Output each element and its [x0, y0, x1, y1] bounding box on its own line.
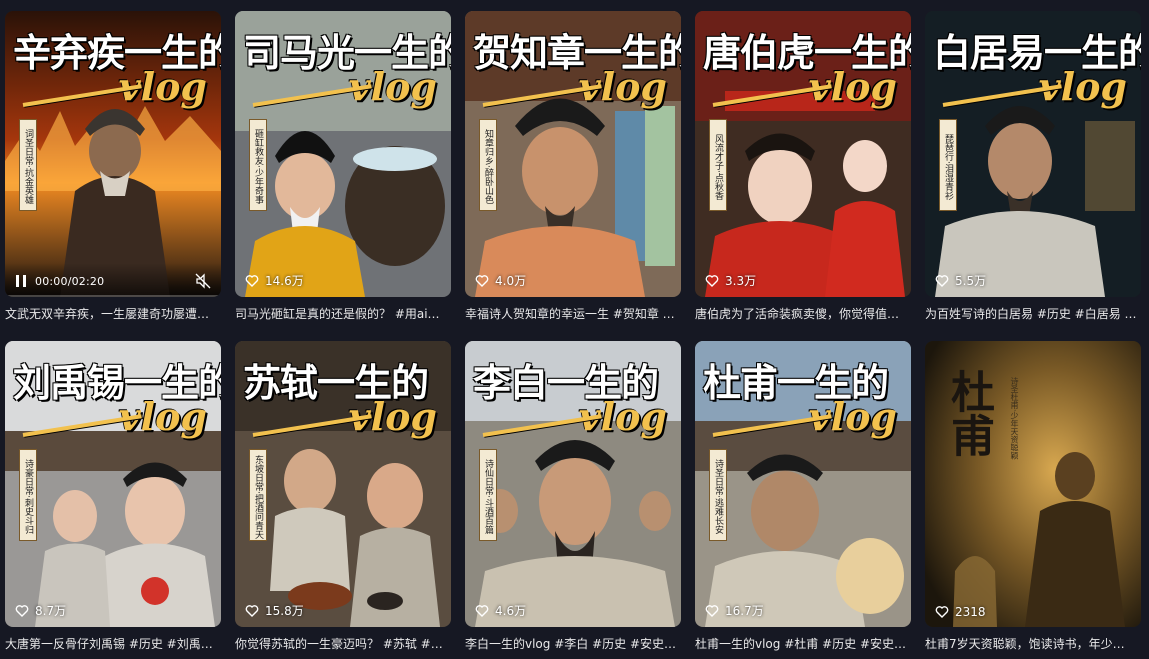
video-title-overlay: 杜甫 — [943, 369, 994, 457]
heart-outline-icon — [245, 604, 259, 617]
video-thumbnail[interactable]: 司马光一生的 vlog 砸缸救友·少年奇事 14.6万 — [235, 11, 451, 297]
subtitle-scroll: 诗圣日常·逃难长安 — [709, 449, 727, 541]
muted-speaker-icon[interactable] — [195, 273, 211, 289]
subtitle-scroll: 琵琶行·泪湿青衫 — [939, 119, 957, 211]
playback-progress[interactable] — [5, 295, 221, 297]
video-thumbnail[interactable]: 杜甫一生的 vlog 诗圣日常·逃难长安 16.7万 — [695, 341, 911, 627]
video-thumbnail[interactable]: 刘禹锡一生的 vlog 诗豪日常·刺史斗归 8.7万 — [5, 341, 221, 627]
video-description[interactable]: 文武无双辛弃疾，一生屡建奇功屡遭… — [5, 306, 221, 322]
subtitle-scroll: 砸缸救友·少年奇事 — [249, 119, 267, 211]
video-card-simaguang[interactable]: 司马光一生的 vlog 砸缸救友·少年奇事 14.6万 司马光砸缸是真的还是假的… — [235, 11, 451, 329]
video-description[interactable]: 司马光砸缸是真的还是假的？ #用ai… — [235, 306, 451, 322]
subtitle-scroll: 东坡日常·把酒问青天 — [249, 449, 267, 541]
heart-outline-icon — [15, 604, 29, 617]
like-count-value: 2318 — [955, 605, 986, 619]
like-count: 2318 — [935, 605, 986, 619]
video-thumbnail[interactable]: 李白一生的 vlog 诗仙日常·斗酒百篇 4.6万 — [465, 341, 681, 627]
video-thumbnail[interactable]: 苏轼一生的 vlog 东坡日常·把酒问青天 15.8万 — [235, 341, 451, 627]
video-description[interactable]: 唐伯虎为了活命装疯卖傻，你觉得值… — [695, 306, 911, 322]
like-count-value: 8.7万 — [35, 604, 67, 618]
heart-outline-icon — [245, 274, 259, 287]
like-count-value: 5.5万 — [955, 274, 987, 288]
like-count: 4.6万 — [475, 602, 526, 619]
video-thumbnail[interactable]: 白居易一生的 vlog 琵琶行·泪湿青衫 5.5万 — [925, 11, 1141, 297]
subtitle-scroll: 诗仙日常·斗酒百篇 — [479, 449, 497, 541]
like-count: 16.7万 — [705, 602, 764, 619]
video-description[interactable]: 大唐第一反骨仔刘禹锡 #历史 #刘禹… — [5, 636, 221, 652]
time-readout: 00:00/02:20 — [35, 275, 105, 288]
pause-icon[interactable] — [14, 274, 28, 288]
video-description[interactable]: 为百姓写诗的白居易 #历史 #白居易 … — [925, 306, 1141, 322]
video-description[interactable]: 你觉得苏轼的一生豪迈吗？ #苏轼 #… — [235, 636, 451, 652]
video-thumbnail[interactable]: 唐伯虎一生的 vlog 风流才子·点秋香 3.3万 — [695, 11, 911, 297]
subtitle-scroll: 词圣日常·抗金英雄 — [19, 119, 37, 211]
video-description[interactable]: 杜甫7岁天资聪颖，饱读诗书，年少… — [925, 636, 1141, 652]
video-card-baijuyi[interactable]: 白居易一生的 vlog 琵琶行·泪湿青衫 5.5万 为百姓写诗的白居易 #历史 … — [925, 11, 1141, 329]
video-card-tangbohu[interactable]: 唐伯虎一生的 vlog 风流才子·点秋香 3.3万 唐伯虎为了活命装疯卖傻，你觉… — [695, 11, 911, 329]
like-count-value: 4.0万 — [495, 274, 527, 288]
video-description[interactable]: 李白一生的vlog #李白 #历史 #安史… — [465, 636, 681, 652]
like-count: 4.0万 — [475, 272, 526, 289]
subtitle-scroll: 诗豪日常·刺史斗归 — [19, 449, 37, 541]
video-card-dufu-vlog[interactable]: 杜甫一生的 vlog 诗圣日常·逃难长安 16.7万 杜甫一生的vlog #杜甫… — [695, 341, 911, 659]
like-count: 5.5万 — [935, 272, 986, 289]
video-description[interactable]: 杜甫一生的vlog #杜甫 #历史 #安史… — [695, 636, 911, 652]
video-thumbnail[interactable]: 贺知章一生的 vlog 知章归乡·醉卧山色 4.0万 — [465, 11, 681, 297]
video-description[interactable]: 幸福诗人贺知章的幸运一生 #贺知章 … — [465, 306, 681, 322]
like-count-value: 15.8万 — [265, 604, 304, 618]
like-count: 14.6万 — [245, 272, 304, 289]
video-card-libai[interactable]: 李白一生的 vlog 诗仙日常·斗酒百篇 4.6万 李白一生的vlog #李白 … — [465, 341, 681, 659]
heart-outline-icon — [935, 606, 949, 618]
heart-outline-icon — [705, 274, 719, 287]
video-card-dufu-child[interactable]: 杜甫 诗圣杜甫·少年天资聪颖 2318 杜甫7岁天资聪颖，饱读诗书，年少… — [925, 341, 1141, 659]
video-card-hezhizhang[interactable]: 贺知章一生的 vlog 知章归乡·醉卧山色 4.0万 幸福诗人贺知章的幸运一生 … — [465, 11, 681, 329]
video-grid: 辛弃疾一生的 vlog 词圣日常·抗金英雄 00:00/02:20 文武无双辛弃… — [5, 11, 1141, 659]
like-count: 3.3万 — [705, 272, 756, 289]
subtitle-scroll: 诗圣杜甫·少年天资聪颖 — [1010, 377, 1019, 460]
subtitle-scroll: 风流才子·点秋香 — [709, 119, 727, 211]
heart-outline-icon — [705, 604, 719, 617]
heart-outline-icon — [475, 604, 489, 617]
like-count: 15.8万 — [245, 602, 304, 619]
subtitle-scroll: 知章归乡·醉卧山色 — [479, 119, 497, 211]
like-count-value: 4.6万 — [495, 604, 527, 618]
heart-outline-icon — [935, 274, 949, 287]
video-card-xinqiji[interactable]: 辛弃疾一生的 vlog 词圣日常·抗金英雄 00:00/02:20 文武无双辛弃… — [5, 11, 221, 329]
like-count-value: 16.7万 — [725, 604, 764, 618]
video-thumbnail[interactable]: 辛弃疾一生的 vlog 词圣日常·抗金英雄 00:00/02:20 — [5, 11, 221, 297]
heart-outline-icon — [475, 274, 489, 287]
video-thumbnail[interactable]: 杜甫 诗圣杜甫·少年天资聪颖 2318 — [925, 341, 1141, 627]
video-card-liuyuxi[interactable]: 刘禹锡一生的 vlog 诗豪日常·刺史斗归 8.7万 大唐第一反骨仔刘禹锡 #历… — [5, 341, 221, 659]
like-count-value: 3.3万 — [725, 274, 757, 288]
like-count: 8.7万 — [15, 602, 66, 619]
video-card-sushi[interactable]: 苏轼一生的 vlog 东坡日常·把酒问青天 15.8万 你觉得苏轼的一生豪迈吗？… — [235, 341, 451, 659]
like-count-value: 14.6万 — [265, 274, 304, 288]
